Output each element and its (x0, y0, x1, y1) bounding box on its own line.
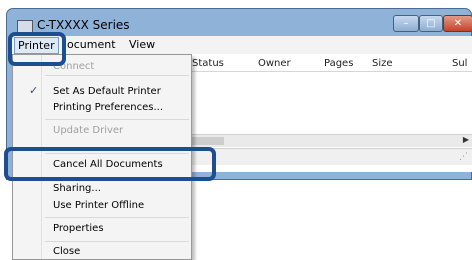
menu-item-printing-preferences[interactable]: Printing Preferences... (53, 102, 163, 113)
menu-item-sharing[interactable]: Sharing... (53, 183, 101, 194)
horizontal-scrollbar[interactable]: ▶ (190, 134, 472, 147)
scroll-thumb[interactable] (190, 137, 224, 145)
menu-document[interactable]: ocument (64, 37, 119, 52)
window-title: C-TXXXX Series (37, 18, 130, 32)
menu-view[interactable]: View (126, 37, 158, 52)
column-status[interactable]: Status (192, 58, 224, 69)
menu-separator (45, 217, 189, 218)
minimize-button[interactable]: – (393, 15, 419, 32)
column-size[interactable]: Size (372, 58, 393, 69)
checkmark-icon: ✓ (29, 84, 39, 97)
column-submitted[interactable]: Sul (452, 58, 467, 69)
cancel-all-highlight (4, 147, 216, 181)
menu-item-use-printer-offline[interactable]: Use Printer Offline (53, 200, 144, 211)
column-owner[interactable]: Owner (258, 58, 291, 69)
maximize-button[interactable]: □ (419, 15, 443, 32)
scroll-right-icon[interactable]: ▶ (463, 135, 469, 144)
column-pages[interactable]: Pages (324, 58, 353, 69)
close-window-button[interactable]: ✕ (443, 15, 472, 32)
menu-separator (45, 75, 189, 76)
menu-bar: Printer ocument View (12, 36, 472, 54)
menu-separator (45, 119, 189, 120)
printer-menu-highlight (8, 32, 66, 66)
column-header-divider (190, 71, 472, 72)
menu-item-properties[interactable]: Properties (53, 223, 104, 234)
resize-grip-icon[interactable]: ⋰ (459, 152, 468, 162)
menu-item-update-driver: Update Driver (53, 125, 124, 136)
menu-item-set-default-printer[interactable]: Set As Default Printer (53, 86, 161, 97)
menu-separator (45, 241, 189, 242)
menu-item-close[interactable]: Close (53, 246, 80, 257)
status-bar: ⋰ (190, 148, 472, 165)
